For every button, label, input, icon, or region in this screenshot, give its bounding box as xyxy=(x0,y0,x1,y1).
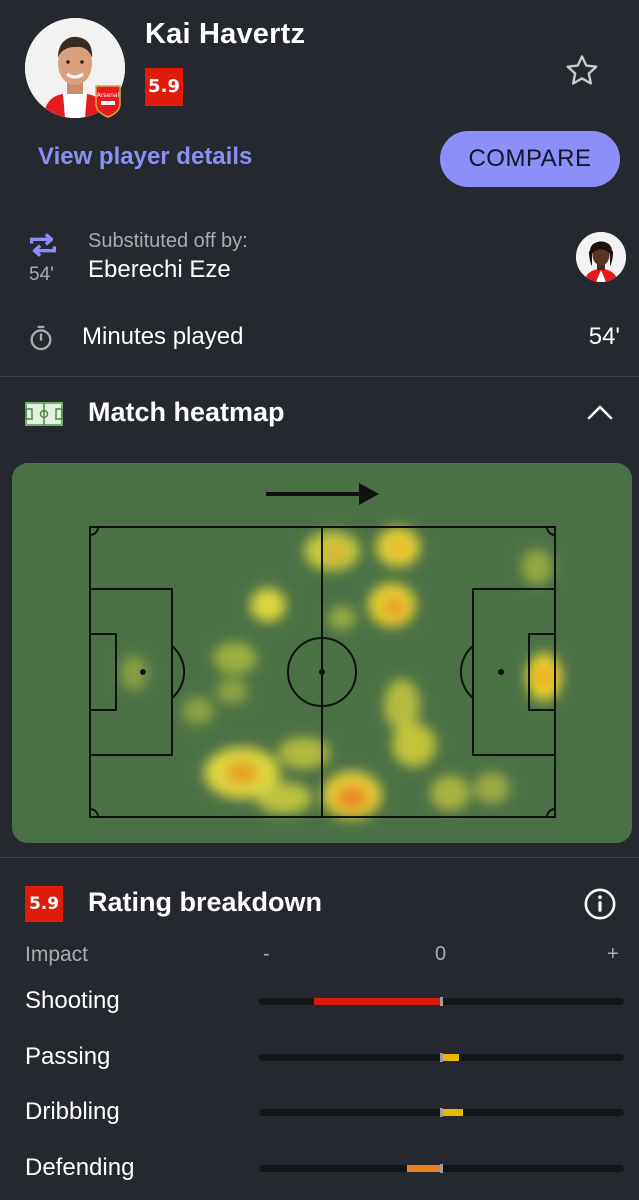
impact-track xyxy=(259,1108,624,1117)
player-rating-badge: 5.9 xyxy=(145,68,183,106)
impact-track xyxy=(259,997,624,1006)
zero-tick xyxy=(440,1053,443,1062)
impact-bar xyxy=(443,1054,460,1061)
zero-tick xyxy=(440,997,443,1006)
minutes-played-label: Minutes played xyxy=(82,323,244,350)
zero-tick xyxy=(440,1108,443,1117)
impact-bar xyxy=(314,998,440,1005)
impact-bar xyxy=(443,1109,464,1116)
zero-tick xyxy=(440,1164,443,1173)
impact-track xyxy=(259,1164,624,1173)
breakdown-row-label: Dribbling xyxy=(25,1098,120,1125)
breakdown-row-label: Shooting xyxy=(25,987,120,1014)
stopwatch-icon xyxy=(27,324,55,352)
rating-breakdown-title: Rating breakdown xyxy=(88,887,323,917)
minutes-played-value: 54' xyxy=(588,323,620,350)
info-icon[interactable] xyxy=(583,887,617,921)
swap-arrows-icon xyxy=(26,228,60,262)
divider xyxy=(0,376,639,377)
impact-axis-plus: + xyxy=(607,943,619,965)
impact-track xyxy=(259,1053,624,1062)
chevron-up-icon[interactable] xyxy=(585,400,615,424)
view-player-details-link[interactable]: View player details xyxy=(38,143,252,171)
breakdown-row-label: Passing xyxy=(25,1043,111,1070)
impact-bar xyxy=(407,1165,440,1172)
replacement-player-name[interactable]: Eberechi Eze xyxy=(88,256,231,284)
heatmap-title: Match heatmap xyxy=(88,397,285,427)
svg-text:Arsenal: Arsenal xyxy=(97,92,120,99)
player-name: Kai Havertz xyxy=(145,18,306,50)
substitution-label: Substituted off by: xyxy=(88,230,248,252)
breakdown-rating-badge: 5.9 xyxy=(25,886,63,922)
club-badge: Arsenal xyxy=(93,84,123,118)
heatmap-pitch xyxy=(12,463,632,843)
pitch-icon xyxy=(25,402,63,426)
divider xyxy=(0,857,639,858)
replacement-player-avatar[interactable] xyxy=(576,232,626,282)
impact-axis-minus: - xyxy=(263,943,270,965)
star-outline-icon[interactable] xyxy=(563,52,601,90)
substitution-minute: 54' xyxy=(29,264,54,285)
compare-button[interactable]: COMPARE xyxy=(440,131,620,187)
breakdown-row-label: Defending xyxy=(25,1154,135,1181)
impact-axis-zero: 0 xyxy=(435,943,447,965)
impact-axis-label: Impact xyxy=(25,943,89,966)
